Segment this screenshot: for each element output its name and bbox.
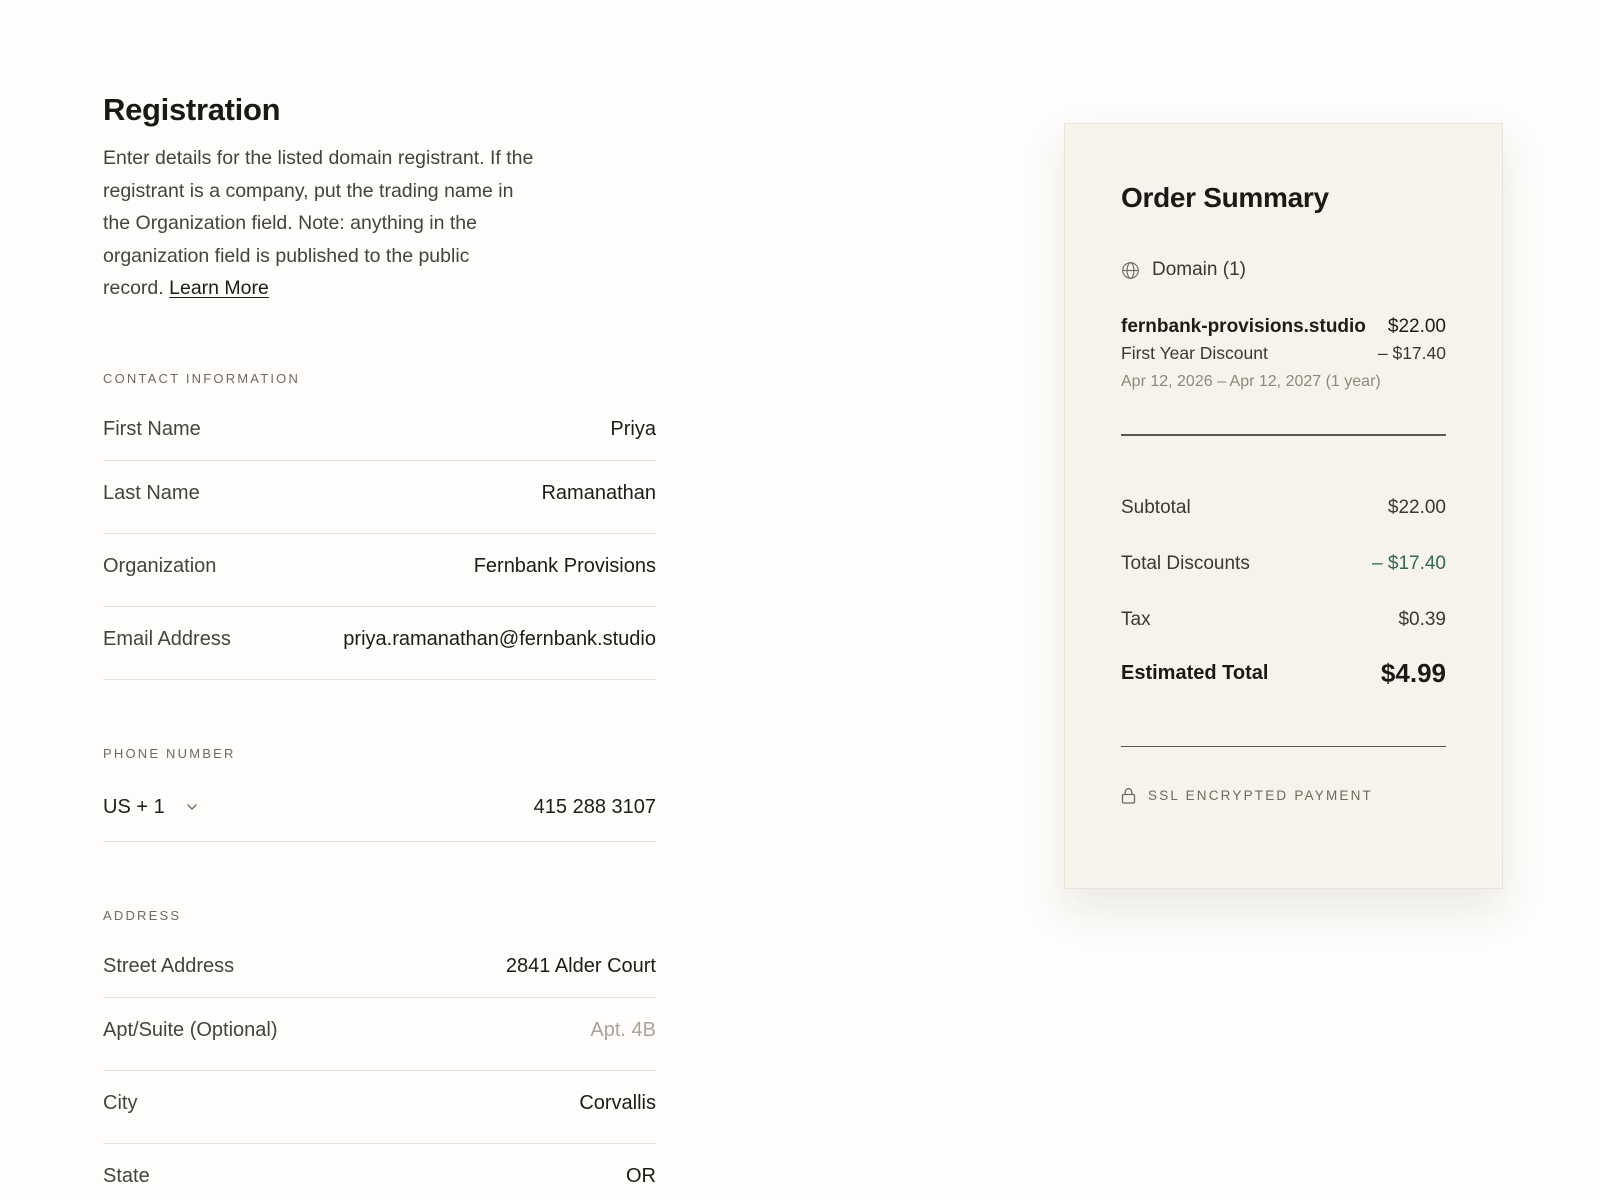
domain-count-label: Domain (1): [1152, 259, 1246, 280]
first-name-value[interactable]: Priya: [610, 418, 656, 441]
secure-payment-note: SSL Encrypted Payment: [1121, 787, 1446, 804]
first-name-field[interactable]: First Name Priya: [103, 407, 656, 461]
city-label: City: [103, 1092, 138, 1114]
contact-fields: First Name Priya Last Name Ramanathan Or…: [103, 407, 656, 680]
street-address-value[interactable]: 2841 Alder Court: [506, 955, 656, 978]
domain-line-item: fernbank-provisions.studio $22.00 First …: [1121, 314, 1446, 394]
summary-divider-bottom: [1121, 745, 1446, 747]
domain-price: $22.00: [1387, 316, 1446, 337]
state-label: State: [103, 1165, 150, 1187]
total-discounts-value: – $17.40: [1372, 552, 1446, 574]
estimated-total-label: Estimated Total: [1121, 662, 1269, 684]
subtotal-value: $22.00: [1387, 496, 1446, 518]
summary-divider: [1121, 434, 1446, 436]
last-name-value[interactable]: Ramanathan: [541, 482, 656, 505]
email-field[interactable]: Email Address priya.ramanathan@fernbank.…: [103, 607, 656, 680]
apt-suite-placeholder[interactable]: Apt. 4B: [590, 1019, 656, 1042]
tax-row: Tax $0.39: [1121, 592, 1446, 648]
intro-body: Enter details for the listed domain regi…: [103, 147, 534, 299]
domain-name: fernbank-provisions.studio: [1121, 316, 1366, 337]
first-year-discount-line: First Year Discount – $17.40: [1121, 340, 1446, 366]
totals-block: Subtotal $22.00 Total Discounts – $17.40…: [1121, 480, 1446, 694]
domain-count-header: Domain (1): [1121, 258, 1446, 282]
estimated-total-value: $4.99: [1380, 658, 1446, 688]
street-address-label: Street Address: [103, 954, 235, 977]
last-name-field[interactable]: Last Name Ramanathan: [103, 461, 656, 534]
city-field[interactable]: City Corvallis: [103, 1071, 656, 1144]
learn-more-link[interactable]: Learn More: [169, 277, 269, 299]
globe-icon: [1122, 261, 1139, 279]
registration-form: Registration Enter details for the liste…: [103, 86, 656, 1200]
organization-label: Organization: [103, 555, 217, 577]
email-label: Email Address: [103, 628, 231, 650]
order-summary-title: Order Summary: [1121, 182, 1329, 213]
address-section-label: Address: [103, 907, 182, 923]
state-value[interactable]: OR: [626, 1165, 656, 1188]
lock-icon: [1121, 788, 1136, 804]
street-address-field[interactable]: Street Address 2841 Alder Court: [103, 944, 656, 998]
address-fields: Street Address 2841 Alder Court Apt/Suit…: [103, 944, 656, 1200]
checkout-page: Registration Enter details for the liste…: [0, 0, 1600, 1200]
order-summary-card: Order Summary Domain (1) fernbank-provis…: [1064, 123, 1503, 889]
subtotal-label: Subtotal: [1121, 496, 1191, 518]
phone-section-label: Phone Number: [103, 745, 236, 761]
intro-text: Enter details for the listed domain regi…: [103, 142, 535, 305]
first-name-label: First Name: [103, 417, 201, 440]
organization-field[interactable]: Organization Fernbank Provisions: [103, 534, 656, 607]
subtotal-row: Subtotal $22.00: [1121, 480, 1446, 536]
discount-label: First Year Discount: [1121, 343, 1268, 363]
apt-suite-label: Apt/Suite (Optional): [103, 1019, 278, 1041]
phone-number-value[interactable]: 415 288 3107: [534, 796, 656, 819]
tax-label: Tax: [1121, 608, 1151, 630]
domain-item-line: fernbank-provisions.studio $22.00: [1121, 314, 1446, 340]
country-code-select[interactable]: US + 1: [103, 796, 199, 819]
state-field[interactable]: State OR: [103, 1144, 656, 1200]
discount-amount: – $17.40: [1377, 343, 1446, 363]
chevron-down-icon: [187, 804, 197, 810]
email-value[interactable]: priya.ramanathan@fernbank.studio: [343, 628, 656, 651]
phone-field: US + 1 415 288 3107: [103, 782, 656, 842]
last-name-label: Last Name: [103, 482, 200, 504]
organization-value[interactable]: Fernbank Provisions: [474, 555, 656, 578]
tax-value: $0.39: [1398, 608, 1446, 630]
total-discounts-row: Total Discounts – $17.40: [1121, 536, 1446, 592]
country-code-value: US + 1: [103, 795, 165, 818]
contact-section-label: Contact Information: [103, 370, 301, 386]
registration-period: Apr 12, 2026 – Apr 12, 2027 (1 year): [1121, 373, 1381, 390]
secure-payment-label: SSL Encrypted Payment: [1148, 788, 1373, 803]
estimated-total-row: Estimated Total $4.99: [1121, 654, 1446, 694]
total-discounts-label: Total Discounts: [1121, 552, 1250, 574]
city-value[interactable]: Corvallis: [579, 1092, 656, 1115]
page-title: Registration: [103, 92, 281, 127]
apt-suite-field[interactable]: Apt/Suite (Optional) Apt. 4B: [103, 998, 656, 1071]
